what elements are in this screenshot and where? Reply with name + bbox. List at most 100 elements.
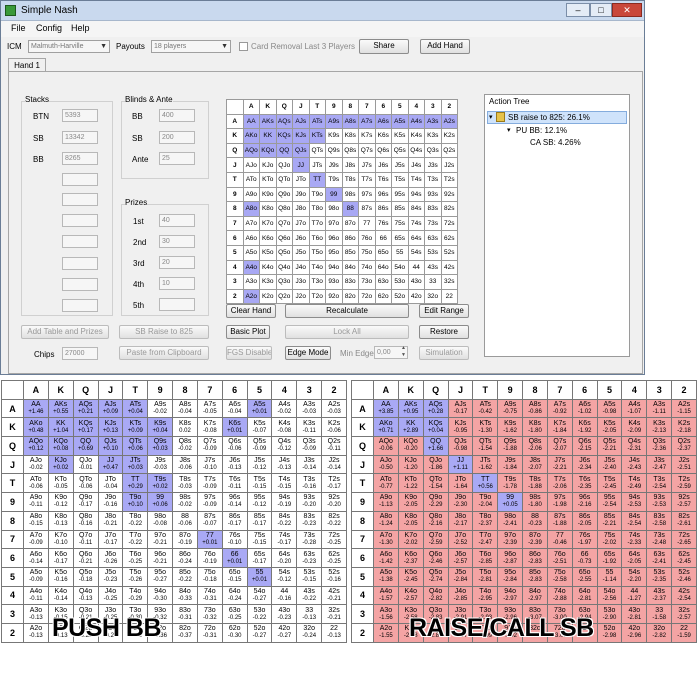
hand-cell[interactable]: 65o [374, 244, 392, 261]
hand-cell[interactable]: K9s [325, 128, 343, 144]
hand-cell[interactable]: K3s [424, 128, 442, 144]
hand-cell[interactable]: J6s [374, 157, 392, 173]
hand-cell[interactable]: ATo [242, 171, 260, 188]
hand-cell[interactable]: A8o [242, 201, 260, 217]
hand-cell[interactable]: A4o [242, 259, 260, 276]
hand-cell[interactable]: KQs [275, 128, 293, 144]
hand-cell[interactable]: KJo [259, 157, 277, 173]
hand-cell[interactable]: T3s [424, 171, 442, 188]
hand-cell[interactable]: K6s [374, 128, 392, 144]
hand-cell[interactable]: 64s [407, 230, 425, 246]
hand-cell[interactable]: J7o [292, 215, 310, 232]
hand-cell[interactable]: QQ [275, 142, 293, 159]
hand-cell[interactable]: 85s [391, 201, 409, 217]
minimize-button[interactable]: – [566, 3, 590, 17]
hand-cell[interactable]: 52s [440, 244, 458, 261]
hand-cell[interactable]: J4s [407, 157, 425, 173]
hand-cell[interactable]: KTs [308, 128, 326, 144]
hand-cell[interactable]: 22 [440, 288, 458, 305]
hand-cell[interactable]: T7o [308, 215, 326, 232]
hand-cell[interactable]: 85o [341, 244, 359, 261]
hand-cell[interactable]: 82s [440, 201, 458, 217]
edge-mode-button[interactable]: Edge Mode [285, 346, 331, 360]
hand-cell[interactable]: T8o [308, 201, 326, 217]
sb-raise-button[interactable]: SB Raise to 825 [119, 325, 209, 339]
recalculate-button[interactable]: Recalculate [285, 304, 409, 318]
hand-cell[interactable]: AJs [292, 113, 310, 130]
hand-cell[interactable]: 43s [424, 259, 442, 276]
hand-cell[interactable]: K2s [440, 128, 458, 144]
hand-cell[interactable]: T9o [308, 186, 326, 203]
hand-cell[interactable]: J3s [424, 157, 442, 173]
hand-cell[interactable]: JTs [308, 157, 326, 173]
hand-cell[interactable]: 95o [325, 244, 343, 261]
min-edge-input[interactable]: 0,00 ▲ ▼ [374, 345, 408, 359]
hand-cell[interactable]: 32s [440, 274, 458, 290]
hand-cell[interactable]: 95s [391, 186, 409, 203]
hand-cell[interactable]: T6s [374, 171, 392, 188]
hand-cell[interactable]: J8s [341, 157, 359, 173]
hand-cell[interactable]: K5o [259, 244, 277, 261]
hand-cell[interactable]: T5o [308, 244, 326, 261]
hand-cell[interactable]: 65s [391, 230, 409, 246]
hand-cell[interactable]: J8o [292, 201, 310, 217]
hand-cell[interactable]: 76o [358, 230, 376, 246]
hand-cell[interactable]: 32o [424, 288, 442, 305]
payouts-select[interactable]: 18 players ▼ [151, 40, 231, 53]
hand-cell[interactable]: Q2s [440, 142, 458, 159]
hand-cell[interactable]: K7o [259, 215, 277, 232]
hand-cell[interactable]: A2s [440, 113, 458, 130]
hand-cell[interactable]: AKs [259, 113, 277, 130]
hand-cell[interactable]: QJo [275, 157, 293, 173]
hand-cell[interactable]: QTs [308, 142, 326, 159]
hand-cell[interactable]: 93s [424, 186, 442, 203]
hand-cell[interactable]: Q4s [407, 142, 425, 159]
hand-cell[interactable]: J5s [391, 157, 409, 173]
hand-cell[interactable]: 42s [440, 259, 458, 276]
chips-input[interactable]: 27000 [62, 347, 98, 360]
hand-cell[interactable]: Q8o [275, 201, 293, 217]
hand-cell[interactable]: T2o [308, 288, 326, 305]
hand-cell[interactable]: T2s [440, 171, 458, 188]
menu-file[interactable]: File [11, 23, 26, 33]
hand-cell[interactable]: 92o [325, 288, 343, 305]
prize-3-input[interactable]: 20 [159, 256, 195, 269]
hand-cell[interactable]: A8s [341, 113, 359, 130]
hand-cell[interactable]: KJs [292, 128, 310, 144]
hand-cell[interactable]: 63o [374, 274, 392, 290]
hand-cell[interactable]: 87o [341, 215, 359, 232]
hand-cell[interactable]: TT [308, 171, 326, 188]
hand-cell[interactable]: K7s [358, 128, 376, 144]
hand-cell[interactable]: 62o [374, 288, 392, 305]
hand-cell[interactable]: A5s [391, 113, 409, 130]
hand-cell[interactable]: K5s [391, 128, 409, 144]
hand-cell[interactable]: K6o [259, 230, 277, 246]
hand-cell[interactable]: T4s [407, 171, 425, 188]
tree-node-sb-raise[interactable]: SB raise to 825: 26.1% [508, 113, 590, 122]
ante-input[interactable]: 25 [159, 152, 195, 165]
basic-plot-button[interactable]: Basic Plot [226, 325, 270, 339]
hand-cell[interactable]: Q9o [275, 186, 293, 203]
restore-button[interactable]: Restore [419, 325, 469, 339]
blind-sb-input[interactable]: 200 [159, 131, 195, 144]
hand-cell[interactable]: 73o [358, 274, 376, 290]
hand-cell[interactable]: AKo [242, 128, 260, 144]
hand-cell[interactable]: A9s [325, 113, 343, 130]
hand-cell[interactable]: 98o [325, 201, 343, 217]
hand-cell[interactable]: Q9s [325, 142, 343, 159]
hand-cell[interactable]: T5s [391, 171, 409, 188]
hand-cell[interactable]: KK [259, 128, 277, 144]
hand-cell[interactable]: K8o [259, 201, 277, 217]
hand-cell[interactable]: 53o [391, 274, 409, 290]
hand-cell[interactable]: T8s [341, 171, 359, 188]
hand-cell[interactable]: 75s [391, 215, 409, 232]
hand-cell[interactable]: A6o [242, 230, 260, 246]
hand-cell[interactable]: 86o [341, 230, 359, 246]
hand-cell[interactable]: AQs [275, 113, 293, 130]
hand-cell[interactable]: 53s [424, 244, 442, 261]
hand-cell[interactable]: 82o [341, 288, 359, 305]
stack-sb-input[interactable]: 13342 [62, 131, 98, 144]
hand-cell[interactable]: 62s [440, 230, 458, 246]
hand-cell[interactable]: A2o [242, 288, 260, 305]
hand-cell[interactable]: AA [242, 113, 260, 130]
